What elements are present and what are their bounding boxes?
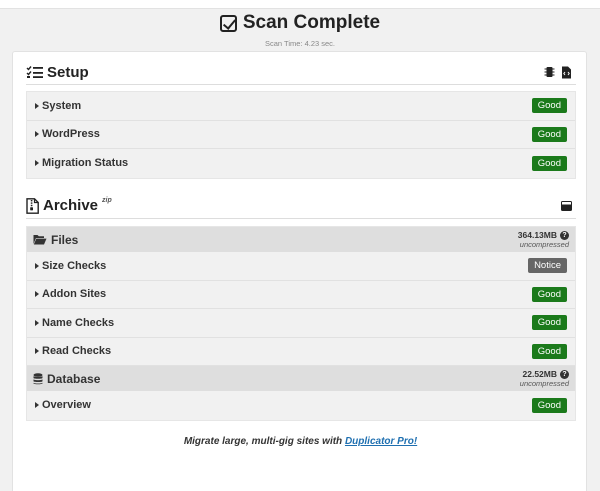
files-size-value: 364.13MB xyxy=(517,229,557,240)
help-icon[interactable]: ? xyxy=(560,230,569,240)
caret-right-icon xyxy=(35,262,39,269)
status-badge: Good xyxy=(531,155,567,171)
setup-title-label: Setup xyxy=(47,63,89,81)
archive-title-label: Archive xyxy=(43,197,99,214)
top-band xyxy=(0,0,600,9)
tasks-icon xyxy=(26,66,43,78)
row-label: Addon Sites xyxy=(35,288,106,300)
files-group-label: Files xyxy=(33,233,78,247)
row-label: Overview xyxy=(35,399,91,411)
archive-format: zip xyxy=(102,197,112,204)
promo-message: Migrate large, multi-gig sites with Dupl… xyxy=(13,436,588,447)
status-badge: Good xyxy=(531,315,567,331)
status-badge: Good xyxy=(531,397,567,413)
status-badge: Good xyxy=(531,286,567,302)
title-row: Scan Complete xyxy=(219,12,381,34)
checkbox-checked-icon xyxy=(219,14,237,32)
files-size: 364.13MB? uncompressed xyxy=(517,229,569,249)
duplicator-pro-link[interactable]: Duplicator Pro! xyxy=(345,436,417,447)
caret-right-icon xyxy=(35,131,39,138)
files-row-addon-sites[interactable]: Addon Sites Good xyxy=(27,281,575,309)
status-badge: Notice xyxy=(528,258,567,274)
caret-right-icon xyxy=(35,348,39,355)
caret-right-icon xyxy=(35,291,39,298)
help-icon[interactable]: ? xyxy=(560,369,569,379)
setup-section-header: Setup xyxy=(26,60,576,85)
database-icon xyxy=(33,372,43,384)
database-group-label: Database xyxy=(33,372,100,386)
setup-header-icons xyxy=(544,66,576,79)
archive-box-icon[interactable] xyxy=(561,200,572,211)
status-badge: Good xyxy=(531,126,567,142)
archive-section-header: Archive zip xyxy=(26,193,576,219)
microchip-icon[interactable] xyxy=(544,66,555,78)
files-size-note: uncompressed xyxy=(519,239,569,249)
promo-text: Migrate large, multi-gig sites with xyxy=(183,436,343,447)
files-row-size-checks[interactable]: Size Checks Notice xyxy=(27,252,575,281)
archive-title: Archive zip xyxy=(26,197,112,214)
database-size-value: 22.52MB xyxy=(522,368,558,379)
archive-header-icons xyxy=(561,200,576,211)
setup-row-system[interactable]: System Good xyxy=(27,92,575,121)
setup-row-migration-status[interactable]: Migration Status Good xyxy=(27,149,575,178)
files-row-name-checks[interactable]: Name Checks Good xyxy=(27,309,575,338)
database-group-header: Database 22.52MB? uncompressed xyxy=(27,366,575,391)
setup-title: Setup xyxy=(26,64,89,81)
setup-row-wordpress[interactable]: WordPress Good xyxy=(27,121,575,149)
page-header: Scan Complete Scan Time: 4.23 sec. xyxy=(0,12,600,48)
database-size-note: uncompressed xyxy=(519,378,569,388)
database-row-overview[interactable]: Overview Good xyxy=(27,391,575,420)
caret-right-icon xyxy=(35,160,39,167)
row-label: Read Checks xyxy=(35,345,111,357)
setup-rows: System Good WordPress Good Migration Sta… xyxy=(26,91,576,179)
row-label: System xyxy=(35,100,81,112)
file-archive-icon xyxy=(26,197,39,214)
row-label: Name Checks xyxy=(35,317,114,329)
files-group-header: Files 364.13MB? uncompressed xyxy=(27,227,575,252)
database-size: 22.52MB? uncompressed xyxy=(519,368,569,388)
row-label: Migration Status xyxy=(35,157,128,169)
row-label: WordPress xyxy=(35,128,100,140)
archive-rows: Files 364.13MB? uncompressed Size Checks… xyxy=(26,226,576,421)
caret-right-icon xyxy=(35,102,39,109)
folder-open-icon xyxy=(33,235,47,245)
files-row-read-checks[interactable]: Read Checks Good xyxy=(27,338,575,366)
page-title: Scan Complete xyxy=(242,12,381,33)
row-label: Size Checks xyxy=(35,260,106,272)
scan-results-panel: Setup System Good WordPress Good Migrati… xyxy=(12,51,587,491)
scan-time: Scan Time: 4.23 sec. xyxy=(264,38,336,48)
status-badge: Good xyxy=(531,343,567,359)
caret-right-icon xyxy=(35,319,39,326)
status-badge: Good xyxy=(531,98,567,114)
caret-right-icon xyxy=(35,402,39,409)
file-code-icon[interactable] xyxy=(561,66,572,79)
